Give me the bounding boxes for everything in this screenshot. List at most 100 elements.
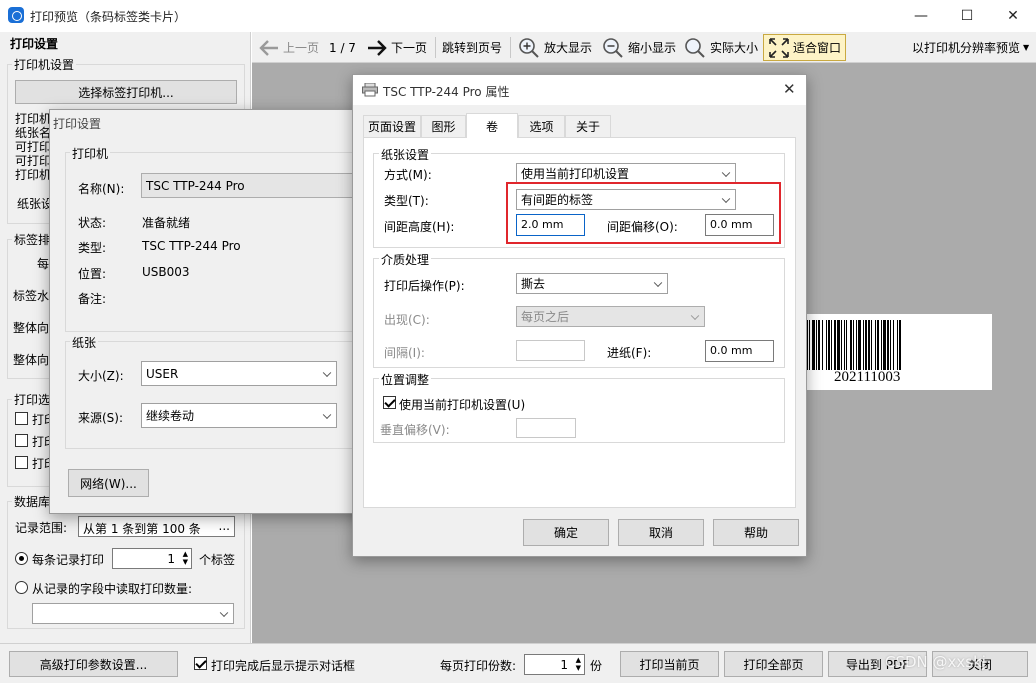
barcode-bar [816,320,817,370]
record-range-browse[interactable]: ... [219,519,230,533]
barcode-bar [871,320,872,370]
barcode-bar [828,320,830,370]
type-select[interactable]: 有间距的标签 [516,189,736,210]
post-action-select[interactable]: 撕去 [516,273,668,294]
chevron-down-icon [322,368,332,377]
printer-status-value: 准备就绪 [142,216,191,230]
barcode-bar [863,320,864,370]
close-button[interactable]: ✕ [990,0,1036,32]
gap-offset-input[interactable]: 0.0 mm [705,214,774,236]
chevron-down-icon [721,168,731,177]
method-label: 方式(M): [384,168,432,182]
tab-graphics[interactable]: 图形 [421,115,466,137]
app-icon [8,7,24,23]
magnifier-icon [685,37,705,58]
resolution-preview-dropdown[interactable]: 以打印机分辨率预览 ▼ [912,32,1029,63]
advanced-settings-button[interactable]: 高级打印参数设置... [9,651,178,677]
per-record-radio[interactable] [15,552,28,565]
per-record-stepper[interactable]: 1 ▲ ▼ [112,548,192,569]
fit-window-button[interactable]: 适合窗口 [763,34,847,61]
prev-page-label: 上一页 [283,41,320,55]
label-preview: 202111003 [800,314,992,390]
label-watermark: 标签水 [13,289,50,303]
print-option-checkbox[interactable] [15,456,28,469]
cancel-button[interactable]: 取消 [618,519,704,546]
show-dialog-checkbox[interactable] [194,657,207,670]
maximize-button[interactable]: ☐ [944,0,990,32]
feed-input[interactable]: 0.0 mm [705,340,774,362]
paper-group-title: 纸张 [70,334,99,351]
jump-to-page-button[interactable]: 跳转到页号 [442,32,502,63]
paper-source-select[interactable]: 继续卷动 [141,403,337,428]
chevron-down-icon [690,311,700,320]
printer-type-value: TSC TTP-244 Pro [142,239,241,253]
tab-roll[interactable]: 卷 [466,113,518,138]
paper-settings-label: 纸张设 [17,197,54,211]
record-range-field[interactable]: 从第 1 条到第 100 条 ... [78,516,235,537]
printer-location-value: USB003 [142,265,190,279]
arrow-left-icon [259,39,278,56]
occur-select: 每页之后 [516,306,705,327]
use-current-label: 使用当前打印机设置(U) [399,398,526,412]
arrow-right-icon [368,39,387,56]
print-option-checkbox[interactable] [15,412,28,425]
printer-comment-label: 备注: [78,292,107,306]
chevron-down-icon [322,410,332,419]
bottom-bar: 高级打印参数设置... 打印完成后显示提示对话框 每页打印份数: 1 ▲ ▼ 份 … [0,643,1036,683]
paper-size-label: 大小(Z): [78,369,124,383]
close-icon[interactable]: ✕ [783,80,796,98]
barcode-bar [812,320,815,370]
tab-page-setup[interactable]: 页面设置 [363,115,421,137]
method-select[interactable]: 使用当前打印机设置 [516,163,736,184]
zoom-in-button[interactable]: 放大显示 [518,32,592,63]
field-select[interactable] [32,603,234,624]
barcode-bar [846,320,847,370]
copies-stepper[interactable]: 1 ▲ ▼ [524,654,585,675]
use-current-checkbox[interactable] [383,396,396,409]
network-button[interactable]: 网络(W)... [68,469,149,497]
print-current-button[interactable]: 打印当前页 [620,651,719,677]
barcode-bar [856,320,857,370]
barcode-bar [841,320,842,370]
printer-type-label: 类型: [78,241,107,255]
paper-group [65,341,365,449]
paper-source-label: 来源(S): [78,411,124,425]
paper-size-select[interactable]: USER [141,361,337,386]
next-page-button[interactable]: 下一页 [366,32,427,63]
ok-button[interactable]: 确定 [523,519,609,546]
method-value: 使用当前打印机设置 [521,167,630,181]
tab-about[interactable]: 关于 [565,115,611,137]
zoom-out-label: 缩小显示 [628,41,677,55]
record-range-value: 从第 1 条到第 100 条 [83,522,201,536]
printer-name-label: 名称(N): [78,182,125,196]
label-orientation: 整体向 [13,353,50,367]
barcode-image [806,320,936,370]
barcode-bar [809,320,810,370]
barcode-bar [883,320,886,370]
print-settings-title: 打印设置 [53,117,102,131]
barcode-bar [834,320,836,370]
tab-options[interactable]: 选项 [518,115,565,137]
resolution-preview-label: 以打印机分辨率预览 [912,41,1021,55]
stepper-arrows-icon[interactable]: ▲ ▼ [576,656,581,672]
zoom-out-button[interactable]: 缩小显示 [602,32,676,63]
from-field-radio[interactable] [15,581,28,594]
per-record-label: 每条记录打印 [32,553,105,567]
help-button[interactable]: 帮助 [713,519,799,546]
prev-page-button[interactable]: 上一页 [258,32,319,63]
show-dialog-label: 打印完成后显示提示对话框 [211,659,356,673]
position-adjust-title: 位置调整 [379,371,432,388]
printer-name-select[interactable]: TSC TTP-244 Pro [141,173,365,198]
copies-label: 每页打印份数: [440,659,517,673]
feed-label: 进纸(F): [607,346,652,360]
actual-size-button[interactable]: 实际大小 [684,32,758,63]
minimize-button[interactable]: — [898,0,944,32]
print-all-button[interactable]: 打印全部页 [724,651,823,677]
barcode-bar [881,320,882,370]
watermark: CSDN @xxskj [885,653,986,671]
post-action-label: 打印后操作(P): [384,279,465,293]
stepper-arrows-icon[interactable]: ▲ ▼ [183,550,188,566]
print-option-checkbox[interactable] [15,434,28,447]
select-printer-button[interactable]: 选择标签打印机... [15,80,237,104]
gap-height-input[interactable]: 2.0 mm [516,214,585,236]
